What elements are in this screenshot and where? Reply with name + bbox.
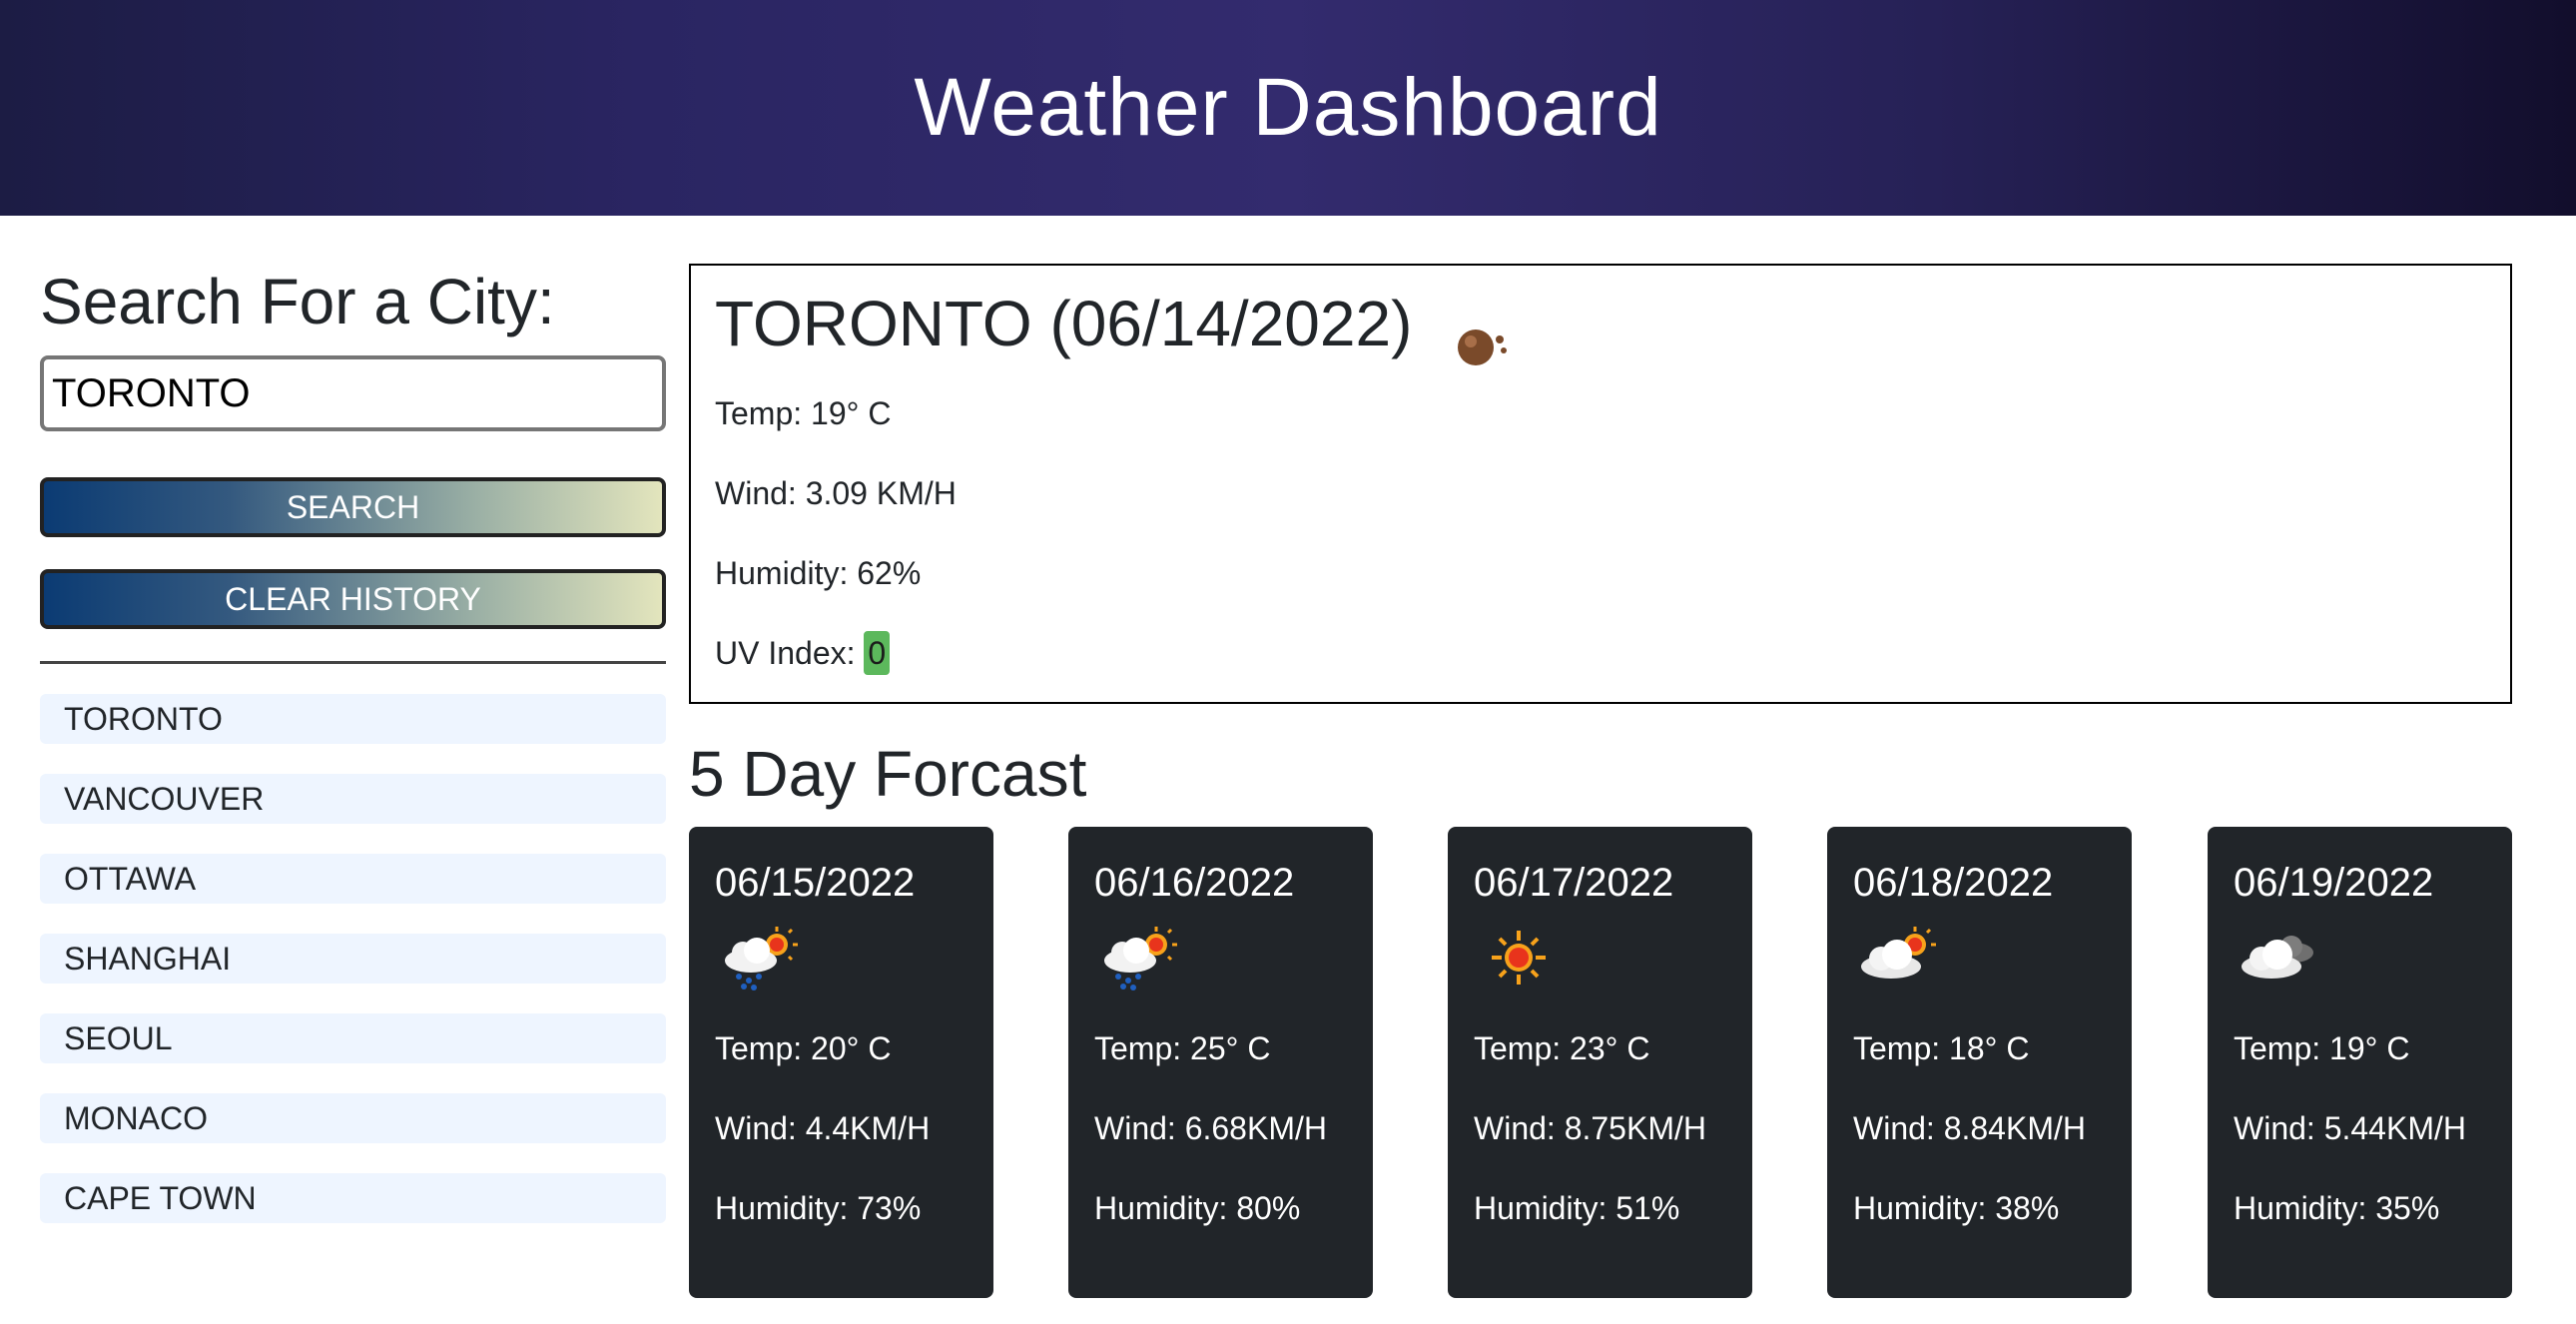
forecast-title: 5 Day Forcast [689,738,1087,810]
forecast-humidity: Humidity: 80% [1094,1190,1301,1226]
current-temp: Temp: 19° C [715,395,892,431]
forecast-card: 06/19/2022 Temp: 19° C Wind: 5.44KM/H Hu… [2208,827,2512,1298]
rain-sun-icon [1104,927,1177,991]
history-item-vancouver[interactable]: VANCOUVER [40,774,666,824]
history-item-toronto[interactable]: TORONTO [40,694,666,744]
forecast-wind: Wind: 8.84KM/H [1853,1110,2086,1146]
forecast-date: 06/19/2022 [2234,861,2434,905]
clouds-icon [2242,936,2313,979]
history-item-shanghai[interactable]: SHANGHAI [40,934,666,984]
forecast-temp: Temp: 20° C [715,1030,892,1066]
forecast-date: 06/15/2022 [715,861,916,905]
brown-dot-icon [1452,299,1510,365]
divider [40,661,666,664]
uv-index-badge: 0 [864,631,891,675]
forecast-wind: Wind: 5.44KM/H [2234,1110,2466,1146]
search-button[interactable]: SEARCH [40,477,666,537]
forecast-card: 06/17/2022 Temp: 23° C Wind: 8.75KM/H Hu… [1448,827,1752,1298]
rain-sun-icon [725,927,798,991]
forecast-wind: Wind: 8.75KM/H [1474,1110,1706,1146]
forecast-humidity: Humidity: 35% [2234,1190,2440,1226]
forecast-temp: Temp: 18° C [1853,1030,2030,1066]
history-item-cape-town[interactable]: CAPE TOWN [40,1173,666,1223]
forecast-humidity: Humidity: 38% [1853,1190,2060,1226]
cloud-sun-icon [1861,927,1936,979]
clear-history-button[interactable]: CLEAR HISTORY [40,569,666,629]
forecast-card: 06/18/2022 Temp: 18° C Wind: 8.84KM/H Hu… [1827,827,2132,1298]
current-wind: Wind: 3.09 KM/H [715,475,957,511]
forecast-card: 06/16/2022 Temp: 25° C Wind: 6.68KM/H Hu… [1068,827,1373,1298]
search-heading: Search For a City: [40,266,555,337]
forecast-temp: Temp: 19° C [2234,1030,2410,1066]
city-search-input[interactable] [40,355,666,431]
history-item-seoul[interactable]: SEOUL [40,1013,666,1063]
search-sidebar: Search For a City: SEARCH CLEAR HISTORY … [40,262,666,1253]
current-humidity: Humidity: 62% [715,555,922,591]
forecast-card: 06/15/2022 Temp: 20° C Wind: 4.4KM/H Hum… [689,827,993,1298]
history-item-ottawa[interactable]: OTTAWA [40,854,666,904]
forecast-date: 06/16/2022 [1094,861,1295,905]
current-city-date: TORONTO (06/14/2022) [715,288,1413,359]
forecast-wind: Wind: 4.4KM/H [715,1110,931,1146]
search-history-list: TORONTO VANCOUVER OTTAWA SHANGHAI SEOUL … [40,694,666,1223]
uv-label: UV Index: [715,635,856,671]
forecast-temp: Temp: 25° C [1094,1030,1271,1066]
current-weather-heading: TORONTO (06/14/2022) [715,274,2486,373]
forecast-wind: Wind: 6.68KM/H [1094,1110,1327,1146]
current-uv-row: UV Index: 0 [715,613,2486,693]
forecast-humidity: Humidity: 73% [715,1190,922,1226]
forecast-date: 06/17/2022 [1474,861,1674,905]
current-weather-panel: TORONTO (06/14/2022) Temp: 19° C Wind: 3… [689,264,2512,704]
forecast-temp: Temp: 23° C [1474,1030,1650,1066]
forecast-cards: 06/15/2022 Temp: 20° C Wind: 4.4KM/H Hum… [689,827,2512,1298]
page-title: Weather Dashboard [914,62,1662,153]
sun-icon [1492,931,1546,985]
page-header: Weather Dashboard [0,0,2576,216]
forecast-date: 06/18/2022 [1853,861,2054,905]
history-item-monaco[interactable]: MONACO [40,1093,666,1143]
forecast-humidity: Humidity: 51% [1474,1190,1680,1226]
